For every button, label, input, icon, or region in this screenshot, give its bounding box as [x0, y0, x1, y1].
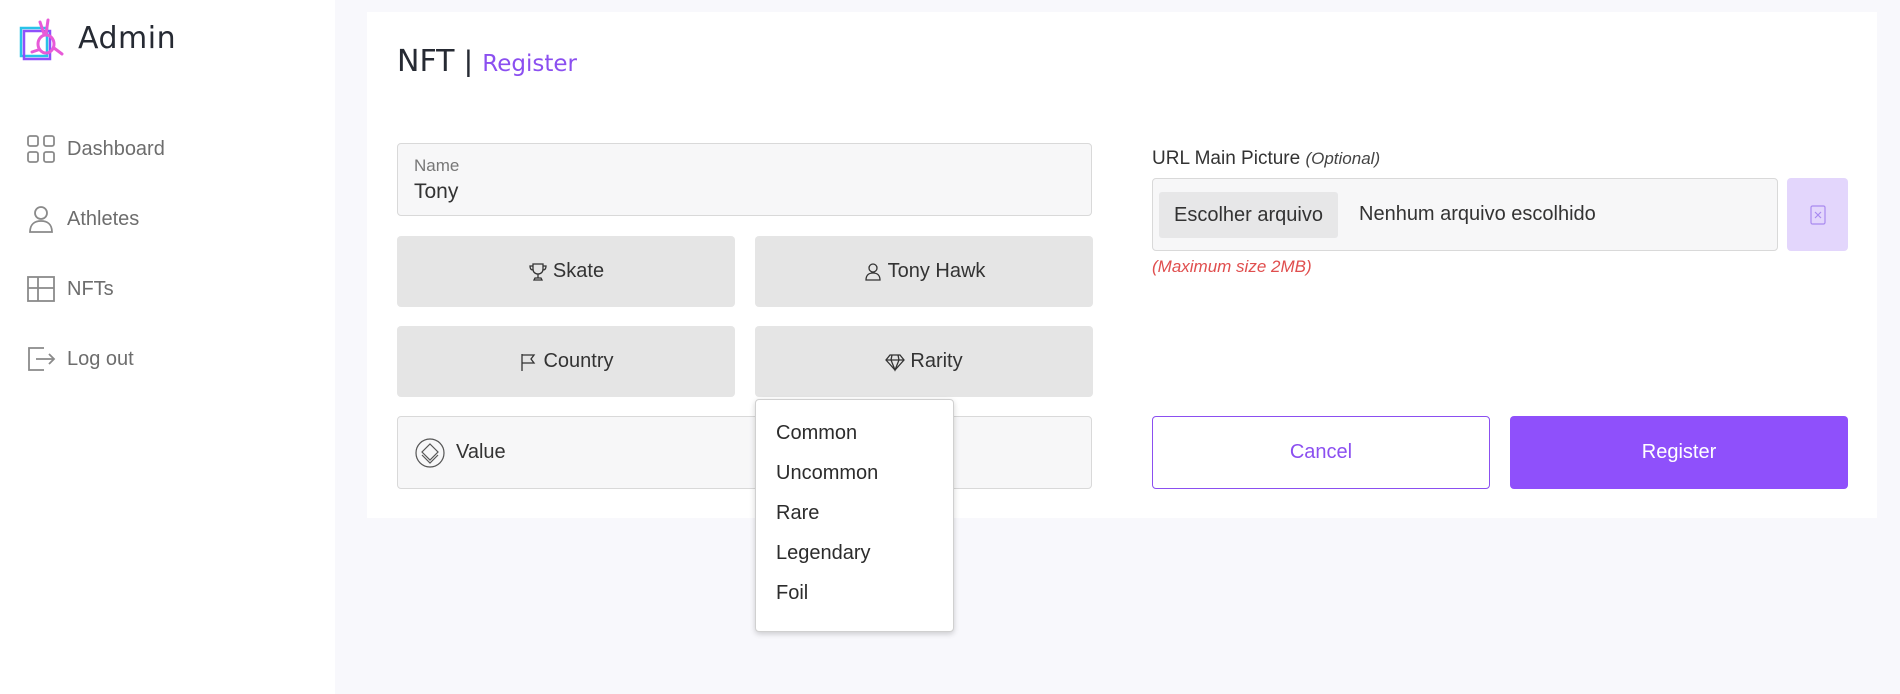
- flag-icon: [521, 353, 536, 371]
- page-title-main: NFT: [397, 44, 455, 79]
- sidebar-item-label: NFTs: [67, 277, 114, 300]
- nft-register-card: NFT | Register Name Tony Skate Tony Hawk…: [367, 12, 1877, 632]
- url-picture-optional: (Optional): [1305, 149, 1381, 168]
- rarity-option-foil[interactable]: Foil: [756, 573, 953, 613]
- sidebar-item-logout[interactable]: Log out: [26, 344, 165, 374]
- sidebar: Admin Dashboard Athletes NFTs Log out: [0, 0, 335, 694]
- url-picture-label-text: URL Main Picture: [1152, 148, 1301, 169]
- user-icon: [864, 262, 881, 281]
- choose-file-button[interactable]: Escolher arquivo: [1159, 192, 1338, 238]
- sidebar-item-label: Dashboard: [67, 137, 165, 160]
- layout-icon: [27, 276, 55, 302]
- sidebar-item-label: Athletes: [67, 207, 140, 230]
- logout-icon: [28, 347, 56, 371]
- register-button[interactable]: Register: [1510, 416, 1848, 489]
- page-title: NFT | Register: [397, 44, 577, 79]
- cancel-button[interactable]: Cancel: [1152, 416, 1490, 489]
- page-title-sub: Register: [482, 51, 577, 77]
- rarity-dropdown: Common Uncommon Rare Legendary Foil: [755, 399, 954, 632]
- sidebar-item-athletes[interactable]: Athletes: [26, 204, 165, 234]
- athlete-select-button[interactable]: Tony Hawk: [755, 236, 1093, 307]
- brand[interactable]: Admin: [18, 14, 176, 62]
- name-field-value[interactable]: Tony: [414, 180, 458, 204]
- value-field-label: Value: [456, 441, 506, 463]
- value-coin-icon: [415, 437, 445, 468]
- sidebar-item-label: Log out: [67, 347, 134, 370]
- rarity-select-button[interactable]: Rarity: [755, 326, 1093, 397]
- country-select-button[interactable]: Country: [397, 326, 735, 397]
- file-input[interactable]: Escolher arquivo Nenhum arquivo escolhid…: [1152, 178, 1778, 251]
- file-remove-icon: [1809, 204, 1826, 225]
- user-icon: [29, 206, 53, 233]
- athlete-select-label: Tony Hawk: [887, 260, 986, 282]
- grid-icon: [27, 135, 55, 163]
- rarity-select-label: Rarity: [910, 350, 963, 372]
- brand-name: Admin: [78, 20, 177, 56]
- trophy-icon: [529, 262, 547, 281]
- skate-select-button[interactable]: Skate: [397, 236, 735, 307]
- rarity-option-uncommon[interactable]: Uncommon: [756, 453, 953, 493]
- sidebar-item-nfts[interactable]: NFTs: [26, 274, 165, 304]
- skate-select-label: Skate: [552, 260, 605, 282]
- file-status: Nenhum arquivo escolhido: [1359, 203, 1596, 225]
- sidebar-nav: Dashboard Athletes NFTs Log out: [26, 134, 165, 414]
- page-title-separator: |: [464, 45, 473, 78]
- bunny-logo-icon: [19, 18, 64, 61]
- rarity-option-legendary[interactable]: Legendary: [756, 533, 953, 573]
- name-field-label: Name: [414, 156, 460, 175]
- rarity-option-common[interactable]: Common: [756, 413, 953, 453]
- country-select-label: Country: [543, 350, 614, 372]
- value-field[interactable]: Value: [397, 416, 1092, 489]
- clear-file-button[interactable]: [1787, 178, 1848, 251]
- url-picture-label: URL Main Picture (Optional): [1152, 148, 1380, 170]
- sidebar-item-dashboard[interactable]: Dashboard: [26, 134, 165, 164]
- diamond-icon: [885, 353, 906, 372]
- max-size-note: (Maximum size 2MB): [1152, 257, 1312, 276]
- name-field[interactable]: Name Tony: [397, 143, 1092, 216]
- rarity-option-rare[interactable]: Rare: [756, 493, 953, 533]
